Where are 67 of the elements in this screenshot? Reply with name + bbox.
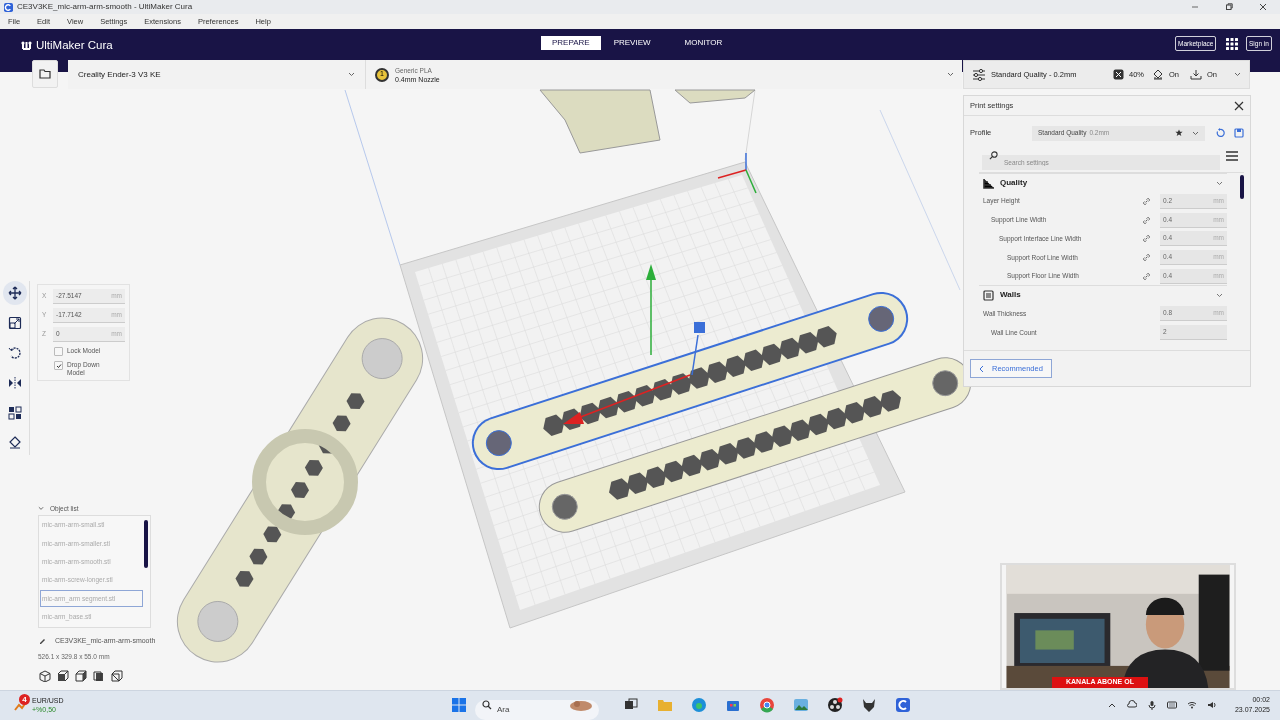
move-gizmo-drawing[interactable] (563, 264, 705, 424)
tool-button[interactable] (2, 281, 27, 305)
axis-drawing (717, 152, 757, 194)
checkbox[interactable] (54, 361, 63, 370)
diamond-icon (7, 436, 22, 450)
top-view-icon[interactable] (75, 670, 87, 682)
search-icon (482, 700, 492, 710)
models-drawing[interactable] (176, 89, 972, 663)
browser-icon[interactable] (691, 697, 707, 713)
keyboard-icon[interactable] (1166, 700, 1177, 710)
chevron-down-icon (38, 506, 44, 512)
infill-icon (1113, 69, 1124, 80)
printer-dropdown[interactable]: Creality Ender-3 V3 KE (68, 60, 366, 89)
chevron-down-icon (1192, 130, 1199, 136)
layers-icon (983, 177, 994, 189)
chevron-down-icon (1216, 180, 1223, 186)
move-icon (7, 286, 22, 300)
wifi-icon[interactable] (1186, 700, 1197, 710)
chevron-down-icon (1234, 72, 1241, 77)
stage-tab[interactable]: PREVIEW (602, 36, 662, 50)
close-icon[interactable] (1258, 2, 1268, 12)
app-icon (4, 2, 13, 12)
sliders-icon (972, 68, 986, 81)
star-icon (1175, 129, 1183, 137)
settings-section-header[interactable]: Walls (979, 285, 1227, 305)
check-icon (55, 362, 62, 369)
scrollbar-thumb[interactable] (144, 520, 148, 568)
support-icon (1152, 69, 1164, 80)
adhesion-icon (1190, 69, 1202, 80)
search-field[interactable]: Ara (475, 699, 599, 720)
photos-icon[interactable] (793, 697, 809, 713)
search-icon (989, 151, 998, 160)
save-icon[interactable] (1234, 128, 1244, 138)
left-view-icon[interactable] (93, 670, 105, 682)
mirror-icon (7, 376, 22, 390)
checkbox[interactable] (54, 347, 63, 356)
speaker-icon[interactable] (1206, 700, 1217, 710)
logo-icon (21, 40, 32, 51)
menu-icon[interactable] (1226, 150, 1238, 161)
stage-tab[interactable]: MONITOR (673, 36, 734, 50)
app-logo: UltiMaker Cura (36, 38, 113, 53)
cloud-icon[interactable] (1126, 700, 1137, 710)
close-icon[interactable] (1234, 100, 1244, 111)
apps-grid-icon[interactable] (1226, 38, 1238, 50)
reset-icon[interactable] (1215, 128, 1225, 138)
scrollbar-thumb[interactable] (1240, 175, 1244, 199)
settings-section-header[interactable]: Quality (979, 173, 1227, 192)
notification-badge: 4 (19, 694, 30, 705)
chevron-down-icon (947, 72, 954, 77)
grid-icon (7, 406, 22, 420)
chevron-down-icon (1216, 292, 1223, 298)
open-file-button[interactable] (32, 60, 58, 88)
start-icon[interactable] (451, 697, 467, 713)
right-view-icon[interactable] (111, 670, 123, 682)
pencil-icon (38, 637, 47, 646)
microphone-icon[interactable] (1146, 700, 1157, 710)
restore-icon[interactable] (1224, 2, 1234, 12)
chevron-left-icon (979, 364, 984, 373)
scale-icon (7, 316, 22, 330)
stage-tab[interactable]: PREPARE (541, 36, 601, 50)
3d-view-icon[interactable] (39, 670, 51, 682)
rotate-icon (7, 346, 22, 360)
folder-icon (39, 69, 51, 79)
chevron-down-icon (348, 72, 355, 77)
front-view-icon[interactable] (57, 670, 69, 682)
square-icon (983, 289, 994, 301)
window-title: CE3V3KE_mic-arm-arm-smooth - UltiMaker Cura (17, 1, 193, 13)
